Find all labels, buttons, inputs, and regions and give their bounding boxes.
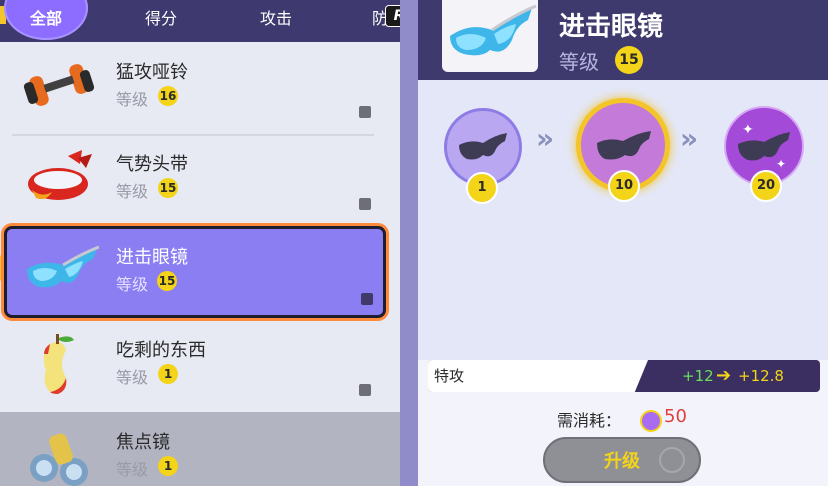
item-level-badge: 15 (157, 271, 177, 291)
stage-20-level: 20 (750, 170, 782, 202)
svg-text:✦: ✦ (776, 157, 786, 171)
goggles-icon (27, 245, 99, 288)
upgrade-button[interactable]: 升级 (543, 437, 701, 483)
list-item[interactable]: 吃剩的东西 等级 1 (0, 320, 400, 414)
status-square-icon (359, 384, 371, 396)
category-tab-bar: 全部 得分 攻击 防 R (0, 0, 400, 42)
status-square-icon (359, 198, 371, 210)
detail-header: 进击眼镜 等级 15 (418, 0, 828, 80)
detail-level-label: 等级 (559, 50, 599, 74)
item-level-badge: 1 (158, 364, 178, 384)
detail-thumbnail (442, 0, 538, 72)
tab-attack[interactable]: 攻击 (256, 0, 296, 42)
stat-current-value: +12 (682, 367, 714, 385)
item-level-label: 等级 (116, 368, 149, 387)
status-square-icon (361, 293, 373, 305)
list-item[interactable]: 气势头带 等级 15 (0, 134, 400, 228)
item-name: 进击眼镜 (116, 247, 188, 268)
r-button-icon[interactable]: R (385, 5, 400, 27)
item-level-label: 等级 (116, 182, 149, 201)
list-item[interactable]: 猛攻哑铃 等级 16 (0, 42, 400, 136)
headband-icon (28, 150, 92, 200)
chevron-right-icon: » (680, 122, 698, 155)
item-name: 猛攻哑铃 (116, 62, 188, 83)
chevron-right-icon: » (536, 122, 554, 155)
stat-next-value: +12.8 (738, 367, 784, 385)
item-level-label: 等级 (116, 275, 149, 294)
stat-change-bar: 特攻 +12 ➔ +12.8 (428, 360, 820, 392)
item-detail-panel: 进击眼镜 等级 15 1 » 10 » ✦ ✦ 20 特攻 +12 ➔ +12.8… (418, 0, 828, 486)
stage-1-level: 1 (466, 172, 498, 204)
dumbbell-icon (23, 64, 95, 106)
item-level-label: 等级 (116, 90, 149, 109)
item-level-badge: 1 (158, 456, 178, 476)
upgrade-stages: 1 » 10 » ✦ ✦ 20 (418, 80, 828, 360)
scope-lens-icon (30, 433, 88, 486)
list-item[interactable]: 焦点镜 等级 1 (0, 412, 400, 486)
svg-text:✦: ✦ (742, 122, 754, 138)
upgrade-button-label: 升级 (604, 451, 640, 472)
item-name: 焦点镜 (116, 432, 170, 453)
cost-value: 50 (664, 406, 687, 427)
list-item-selected[interactable]: 进击眼镜 等级 15 (4, 226, 386, 318)
arrow-right-icon: ➔ (716, 365, 732, 386)
tab-score[interactable]: 得分 (141, 0, 181, 42)
stat-name: 特攻 (434, 367, 465, 385)
cost-label: 需消耗： (557, 411, 622, 430)
stage-10-level: 10 (608, 170, 640, 202)
item-name: 吃剩的东西 (116, 340, 206, 361)
enhancer-coin-icon (640, 410, 662, 432)
detail-title: 进击眼镜 (559, 12, 664, 42)
item-level-badge: 16 (158, 86, 178, 106)
item-level-label: 等级 (116, 460, 149, 479)
apple-core-icon (43, 334, 74, 394)
tab-all[interactable]: 全部 (22, 0, 70, 42)
pokeball-watermark-icon (659, 447, 685, 473)
item-name: 气势头带 (116, 154, 188, 175)
status-square-icon (359, 106, 371, 118)
item-level-badge: 15 (158, 178, 178, 198)
detail-level-badge: 15 (615, 46, 643, 74)
stat-label-box: 特攻 (428, 360, 648, 392)
item-list-panel: 全部 得分 攻击 防 R 猛攻哑铃 等级 16 气势头带 等级 15 (0, 0, 400, 486)
goggles-icon (450, 4, 537, 56)
